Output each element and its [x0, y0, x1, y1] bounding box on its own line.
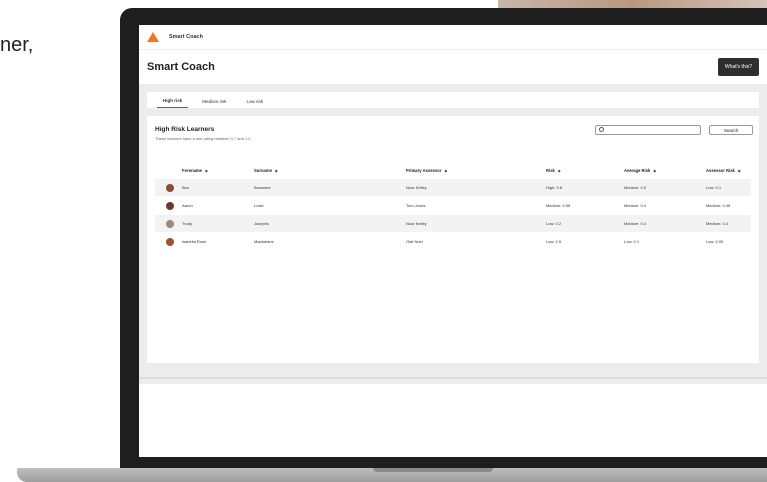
- table-row[interactable]: Isabella Rose Macfarlane Olaf Noel Low: …: [155, 232, 751, 250]
- surname-cell: Macfarlane: [253, 232, 405, 250]
- assessor-risk-cell: Medium: 0.45: [705, 196, 751, 215]
- tab-high-risk[interactable]: High risk: [157, 98, 189, 108]
- avatar-cell: [155, 196, 181, 215]
- risk-tabs: High risk Medium risk Low risk: [147, 92, 759, 108]
- header-divider: [139, 84, 767, 92]
- whats-this-button[interactable]: What's this?: [717, 58, 759, 76]
- app-logo-icon[interactable]: [147, 32, 159, 42]
- page-header: Smart Coach What's this?: [139, 50, 767, 84]
- table-header-row: Forename ◆ Surname ◆ Primary Assessor ◆ Ris…: [155, 162, 751, 179]
- avatar-cell: [155, 232, 181, 250]
- column-header-risk[interactable]: Risk ◆: [545, 162, 623, 179]
- assessor-cell: Noor Kelley: [405, 214, 545, 233]
- surname-cell: Lowe: [253, 196, 405, 215]
- forename-cell: Trudy: [181, 214, 253, 233]
- sort-icon[interactable]: ◆: [275, 169, 278, 173]
- background-caption-fragment: ner,: [0, 34, 34, 56]
- avatar-cell: [155, 178, 181, 197]
- search-icon: [599, 127, 604, 132]
- tab-medium-risk[interactable]: Medium risk: [196, 99, 232, 108]
- laptop-notch: [373, 468, 493, 472]
- assessor-cell: Noor Kelley: [405, 178, 545, 197]
- avatar-column-header: [155, 162, 181, 179]
- table-body: Ben Brownlee Noor Kelley High: 0.8 Mediu…: [155, 178, 751, 250]
- average-risk-cell: Medium: 0.4: [623, 214, 705, 233]
- column-header-average-risk[interactable]: Average Risk ◆: [623, 162, 705, 179]
- sort-icon[interactable]: ◆: [738, 169, 741, 173]
- avatar: [166, 201, 174, 210]
- column-header-label: Surname: [254, 167, 272, 173]
- assessor-cell: Tom Jones: [405, 196, 545, 215]
- surname-cell: Josephs: [253, 214, 405, 233]
- column-header-label: Assessor Risk: [706, 167, 735, 173]
- assessor-risk-cell: Medium: 0.4: [705, 214, 751, 233]
- app-topbar: Smart Coach: [139, 25, 767, 50]
- search-input[interactable]: [595, 125, 701, 135]
- tab-low-risk[interactable]: Low risk: [241, 99, 270, 108]
- average-risk-cell: Medium: 0.5: [623, 178, 705, 197]
- tabs-wrapper: High risk Medium risk Low risk: [139, 92, 767, 108]
- average-risk-cell: Medium: 0.4: [623, 196, 705, 215]
- table-row[interactable]: Aaron Lowe Tom Jones Medium: 0.55 Medium…: [155, 196, 751, 215]
- footer-divider: [139, 377, 767, 379]
- avatar: [166, 219, 174, 228]
- learners-table: Forename ◆ Surname ◆ Primary Assessor ◆ Ris…: [155, 162, 751, 250]
- sort-icon[interactable]: ◆: [205, 169, 208, 173]
- page-title: Smart Coach: [147, 61, 215, 73]
- app-brand: Smart Coach: [169, 34, 203, 40]
- column-header-assessor[interactable]: Primary Assessor ◆: [405, 162, 545, 179]
- column-header-assessor-risk[interactable]: Assessor Risk ◆: [705, 162, 751, 179]
- column-header-label: Risk: [546, 167, 555, 173]
- main-content: High Risk Learners These learners have a…: [139, 108, 767, 384]
- risk-cell: Medium: 0.55: [545, 196, 623, 215]
- table-row[interactable]: Trudy Josephs Noor Kelley Low: 0.2 Mediu…: [155, 214, 751, 233]
- forename-cell: Isabella Rose: [181, 232, 253, 250]
- avatar: [166, 237, 174, 246]
- column-header-surname[interactable]: Surname ◆: [253, 162, 405, 179]
- learners-card: High Risk Learners These learners have a…: [147, 116, 759, 363]
- risk-cell: Low: 0.5: [545, 232, 623, 250]
- avatar: [166, 183, 174, 192]
- column-header-label: Primary Assessor: [406, 167, 442, 173]
- table-row[interactable]: Ben Brownlee Noor Kelley High: 0.8 Mediu…: [155, 178, 751, 197]
- column-header-forename[interactable]: Forename ◆: [181, 162, 253, 179]
- forename-cell: Aaron: [181, 196, 253, 215]
- sort-icon[interactable]: ◆: [444, 169, 447, 173]
- assessor-risk-cell: Low: 0.1: [705, 178, 751, 197]
- avatar-cell: [155, 214, 181, 233]
- column-header-label: Average Risk: [624, 167, 651, 173]
- average-risk-cell: Low: 0.1: [623, 232, 705, 250]
- forename-cell: Ben: [181, 178, 253, 197]
- laptop-screen: Smart Coach Smart Coach What's this? Hig…: [139, 25, 767, 457]
- column-header-label: Forename: [182, 167, 203, 173]
- risk-cell: Low: 0.2: [545, 214, 623, 233]
- assessor-risk-cell: Low: 0.05: [705, 232, 751, 250]
- search-button[interactable]: Search: [709, 125, 753, 135]
- card-subtitle: These learners have a risk rating betwee…: [155, 136, 251, 141]
- sort-icon[interactable]: ◆: [653, 169, 656, 173]
- surname-cell: Brownlee: [253, 178, 405, 197]
- sort-icon[interactable]: ◆: [558, 169, 561, 173]
- risk-cell: High: 0.8: [545, 178, 623, 197]
- assessor-cell: Olaf Noel: [405, 232, 545, 250]
